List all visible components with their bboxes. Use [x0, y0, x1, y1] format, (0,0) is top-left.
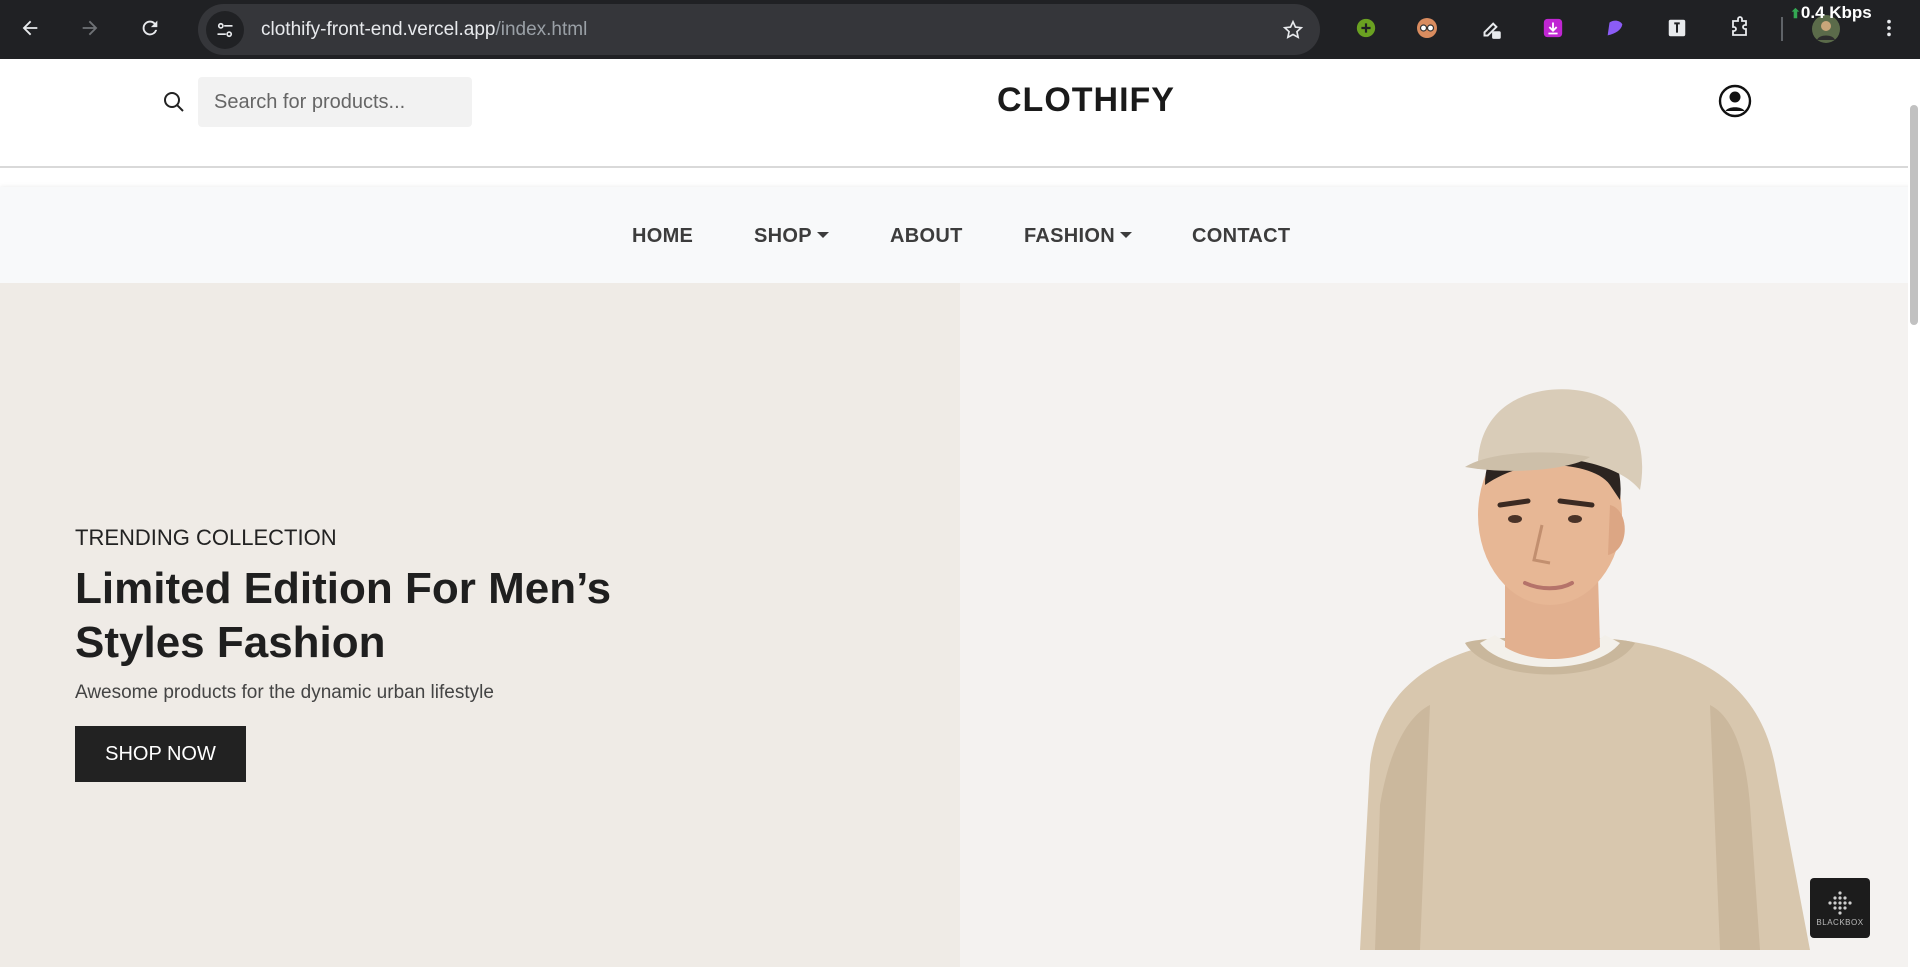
nav-shop[interactable]: SHOP: [754, 225, 829, 248]
url-path: /index.html: [495, 19, 588, 40]
hero-model-image: [1360, 389, 1810, 950]
account-icon[interactable]: [1718, 84, 1752, 118]
nav-contact-label: CONTACT: [1192, 225, 1291, 247]
floating-widget-button[interactable]: BLACKBOX: [1810, 878, 1870, 938]
page-scrollbar-thumb[interactable]: [1910, 105, 1918, 325]
nav-contact[interactable]: CONTACT: [1192, 225, 1290, 248]
extension-plus-icon[interactable]: [1353, 15, 1379, 41]
nav-about[interactable]: ABOUT: [890, 225, 963, 248]
forward-button[interactable]: [70, 8, 110, 48]
nav-fashion[interactable]: FASHION: [1024, 225, 1132, 248]
browser-menu-button[interactable]: [1876, 15, 1902, 41]
url-host: clothify-front-end.vercel.app: [261, 19, 496, 40]
network-speed-badge: ⬆0.4 Kbps: [1790, 3, 1872, 23]
main-nav: HOME SHOP ABOUT FASHION CONTACT: [0, 187, 1920, 283]
network-speed-text: 0.4 Kbps: [1800, 3, 1872, 22]
nav-fashion-label: FASHION: [1024, 225, 1115, 247]
more-vertical-icon: [1887, 19, 1891, 37]
url-text[interactable]: clothify-front-end.vercel.app/index.html: [261, 19, 587, 41]
toolbar-separator: [1781, 17, 1783, 41]
caret-down-icon: [1120, 231, 1132, 238]
hero-subtitle: Awesome products for the dynamic urban l…: [75, 682, 494, 703]
caret-down-icon: [816, 231, 829, 238]
upload-arrow-icon: ⬆: [1790, 6, 1801, 21]
nav-shop-label: SHOP: [754, 225, 812, 247]
arrow-left-icon: [22, 20, 38, 36]
shop-now-button[interactable]: SHOP NOW: [75, 726, 246, 782]
extension-bubble-icon[interactable]: [1602, 15, 1628, 41]
site-info-button[interactable]: [206, 11, 244, 49]
back-button[interactable]: [10, 8, 50, 48]
nav-home-label: HOME: [632, 225, 694, 247]
arrow-right-icon: [82, 20, 98, 36]
browser-toolbar: clothify-front-end.vercel.app/index.html…: [0, 0, 1920, 59]
reload-button[interactable]: [130, 8, 170, 48]
extensions-puzzle-icon[interactable]: [1727, 15, 1753, 41]
extension-dropper-icon[interactable]: [1478, 15, 1504, 41]
hero-headline: Limited Edition For Men’s Styles Fashion: [75, 564, 612, 667]
site-header: CLOTHIFY: [0, 59, 1920, 147]
dots-grid-icon: [1828, 890, 1852, 915]
hero-kicker: TRENDING COLLECTION: [75, 525, 337, 550]
nav-home[interactable]: HOME: [632, 225, 693, 248]
extension-glasses-icon[interactable]: [1414, 15, 1440, 41]
widget-label: BLACKBOX: [1816, 917, 1864, 927]
extension-book-icon[interactable]: [1664, 15, 1690, 41]
brand-logo[interactable]: CLOTHIFY: [0, 81, 1920, 120]
header-divider: [0, 166, 1920, 168]
nav-about-label: ABOUT: [890, 225, 963, 247]
extension-download-icon[interactable]: [1540, 15, 1566, 41]
reload-icon: [142, 20, 158, 36]
tune-icon: [217, 22, 233, 38]
bookmark-star-icon[interactable]: [1282, 19, 1304, 41]
address-bar[interactable]: clothify-front-end.vercel.app/index.html: [198, 4, 1320, 55]
